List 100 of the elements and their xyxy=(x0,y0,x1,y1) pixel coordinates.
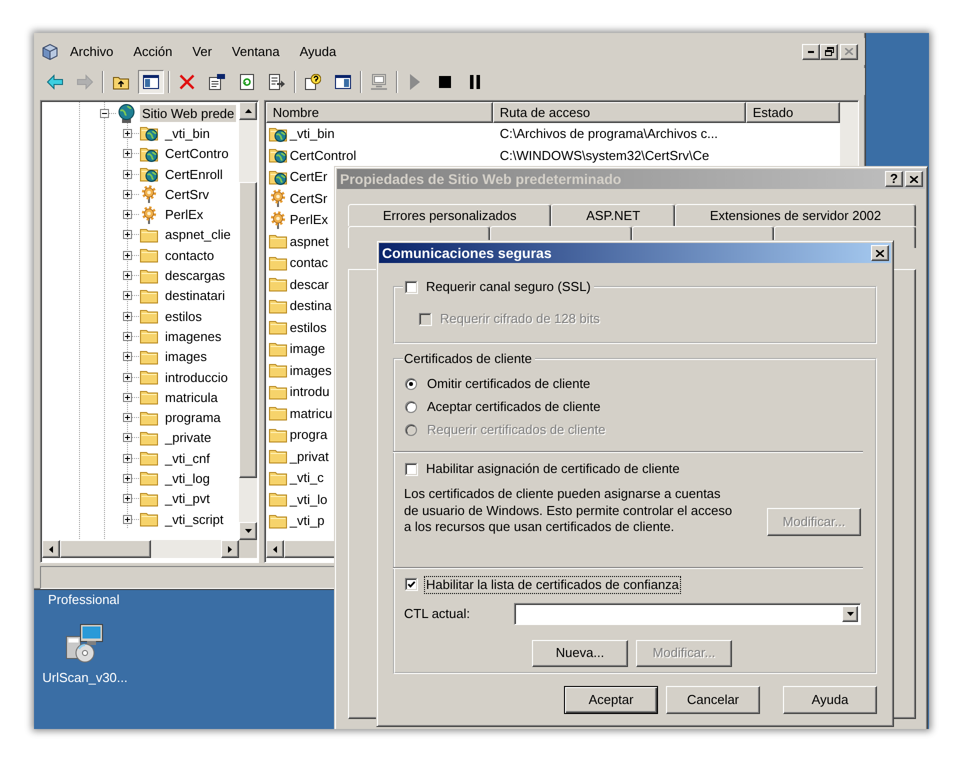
radio-button[interactable] xyxy=(405,378,417,390)
tree-item[interactable]: CertEnroll xyxy=(163,166,225,183)
expand-icon[interactable] xyxy=(123,210,132,220)
list-item[interactable]: _vti_lo xyxy=(290,492,328,507)
list-item[interactable]: destina xyxy=(290,298,332,314)
tree-item[interactable]: _vti_cnf xyxy=(163,450,212,467)
scrollbar-thumb[interactable] xyxy=(239,182,257,478)
scroll-up-button[interactable] xyxy=(239,102,257,120)
tree-item[interactable]: contacto xyxy=(163,246,216,264)
tree-item[interactable]: introduccio xyxy=(163,368,230,386)
radio-button[interactable] xyxy=(405,401,417,413)
tree-item[interactable]: CertSrv xyxy=(163,186,212,203)
list-item[interactable]: aspnet xyxy=(290,234,329,249)
expand-icon[interactable] xyxy=(123,149,132,158)
checkbox[interactable] xyxy=(405,462,418,476)
ctl-combo-box[interactable] xyxy=(514,602,861,624)
list-item[interactable]: estilos xyxy=(290,320,327,335)
tree-item[interactable]: imagenes xyxy=(163,328,224,345)
computer-disc-icon[interactable] xyxy=(65,623,105,663)
new-ctl-button[interactable]: Nueva... xyxy=(532,640,628,666)
checkbox-label[interactable]: Habilitar asignación de certificado de cliente xyxy=(425,461,681,477)
radio-label[interactable]: Aceptar certificados de cliente xyxy=(426,399,602,415)
list-item[interactable]: _vti_c xyxy=(290,470,324,486)
expand-icon[interactable] xyxy=(123,514,132,524)
vertical-scrollbar[interactable] xyxy=(239,102,257,540)
tree-item[interactable]: images xyxy=(163,348,209,366)
checkbox-label[interactable]: Requerir canal seguro (SSL) xyxy=(425,279,592,295)
tree-item[interactable]: programa xyxy=(163,409,223,426)
expand-icon[interactable] xyxy=(123,332,132,341)
list-item[interactable]: contac xyxy=(290,255,328,270)
ok-button[interactable]: Aceptar xyxy=(564,686,658,714)
tree-item[interactable]: _vti_script xyxy=(163,510,226,528)
horizontal-scrollbar[interactable] xyxy=(42,540,239,558)
list-item[interactable]: matricu xyxy=(290,406,332,421)
scroll-down-button[interactable] xyxy=(239,522,257,540)
list-item[interactable]: CertControl xyxy=(290,148,356,163)
list-item[interactable]: PerlEx xyxy=(290,212,328,228)
tab[interactable]: Errores personalizados xyxy=(348,204,552,226)
list-item[interactable]: images xyxy=(290,362,332,378)
expand-icon[interactable] xyxy=(123,291,132,300)
tab[interactable]: ASP.NET xyxy=(551,204,676,226)
expand-icon[interactable] xyxy=(123,372,132,382)
cancel-button[interactable]: Cancelar xyxy=(666,686,760,714)
checkbox[interactable] xyxy=(405,578,418,591)
expand-icon[interactable] xyxy=(123,392,132,402)
menu-item[interactable]: Ver xyxy=(183,42,221,62)
tree-item[interactable]: aspnet_clie xyxy=(163,226,233,244)
checkbox-label[interactable]: Habilitar la lista de certificados de confianza xyxy=(425,576,680,592)
expand-icon[interactable] xyxy=(123,312,132,321)
expand-icon[interactable] xyxy=(123,128,132,138)
list-item[interactable]: introdu xyxy=(290,384,330,400)
radio-label[interactable]: Omitir certificados de cliente xyxy=(426,376,592,392)
scroll-right-button[interactable] xyxy=(221,540,239,558)
expand-icon[interactable] xyxy=(123,352,132,362)
column-header[interactable]: Estado xyxy=(746,102,840,123)
tree-item[interactable]: matricula xyxy=(163,388,220,406)
list-item[interactable]: image xyxy=(290,341,326,356)
expand-icon[interactable] xyxy=(123,433,132,442)
tree-item[interactable]: PerlEx xyxy=(163,206,206,224)
tree-item[interactable]: descargas xyxy=(163,267,227,284)
checkbox[interactable] xyxy=(405,280,418,294)
list-item[interactable]: descar xyxy=(290,276,329,292)
expand-icon[interactable] xyxy=(123,474,132,483)
list-item[interactable]: _vti_p xyxy=(290,513,324,528)
menu-item[interactable]: Archivo xyxy=(61,42,122,62)
tree-item[interactable]: _vti_pvt xyxy=(163,490,212,508)
tree-item[interactable]: Sitio Web prede xyxy=(140,104,236,122)
expand-icon[interactable] xyxy=(123,454,132,463)
expand-icon[interactable] xyxy=(123,250,132,260)
tree-item[interactable]: estilos xyxy=(163,308,204,325)
menu-item[interactable]: Ventana xyxy=(222,42,289,62)
scroll-left-button[interactable] xyxy=(266,540,284,558)
minimize-button[interactable] xyxy=(802,44,820,60)
close-button[interactable] xyxy=(905,171,923,187)
list-item[interactable]: _vti_bin xyxy=(290,126,335,142)
console-tree-button[interactable] xyxy=(138,70,164,94)
menu-item[interactable]: Acción xyxy=(124,42,182,62)
column-header[interactable]: Ruta de acceso xyxy=(492,102,746,123)
expand-icon[interactable] xyxy=(123,170,132,179)
tree-item[interactable]: _vti_log xyxy=(163,470,212,487)
tree-item[interactable]: _private xyxy=(163,429,214,446)
tab[interactable]: Extensiones de servidor 2002 xyxy=(675,204,916,226)
column-header[interactable]: Nombre xyxy=(266,102,493,123)
help-button[interactable]: Ayuda xyxy=(783,686,877,714)
list-item[interactable]: CertSr xyxy=(290,190,328,206)
dropdown-button[interactable] xyxy=(842,606,858,622)
close-button[interactable] xyxy=(871,245,889,261)
scroll-left-button[interactable] xyxy=(42,540,60,558)
scrollbar-thumb[interactable] xyxy=(60,540,151,558)
tree-item[interactable]: _vti_bin xyxy=(163,124,212,142)
help-button[interactable]: ? xyxy=(885,171,903,187)
list-item[interactable]: _privat xyxy=(290,448,329,464)
tree-item[interactable]: CertContro xyxy=(163,145,231,162)
collapse-icon[interactable] xyxy=(100,108,109,118)
expand-icon[interactable] xyxy=(123,230,132,240)
expand-icon[interactable] xyxy=(123,271,132,280)
menu-item[interactable]: Ayuda xyxy=(290,42,346,62)
restore-button[interactable] xyxy=(820,44,838,60)
expand-icon[interactable] xyxy=(123,494,132,504)
list-item[interactable]: CertEr xyxy=(290,169,328,184)
